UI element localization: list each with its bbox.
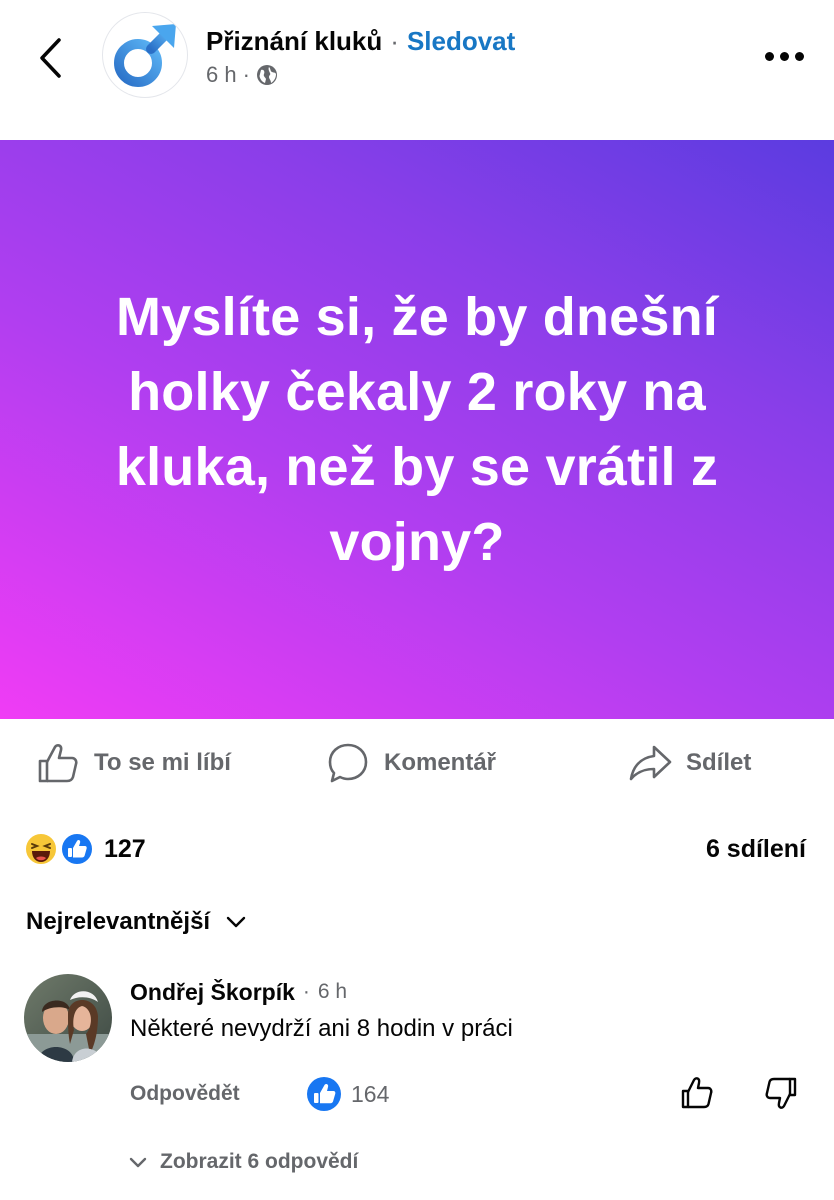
- back-button[interactable]: [30, 34, 70, 82]
- more-dot-icon: [779, 51, 789, 61]
- reaction-count[interactable]: 127: [104, 832, 146, 866]
- more-options-button[interactable]: [756, 38, 812, 74]
- comment-button[interactable]: Komentář: [326, 741, 496, 785]
- comment-time-separator: ·: [302, 980, 310, 1003]
- post-text: Myslíte si, že by dnešní holky čekaly 2 …: [115, 286, 719, 572]
- post-header: Přiznání kluků · Sledovat 6 h ·: [0, 0, 834, 140]
- view-replies-label: Zobrazit 6 odpovědí: [160, 1150, 359, 1173]
- comment-likes[interactable]: 164: [306, 1076, 389, 1112]
- post-meta: 6 h ·: [206, 60, 278, 90]
- post-text-card[interactable]: Myslíte si, že by dnešní holky čekaly 2 …: [0, 140, 834, 719]
- chevron-down-icon: [226, 915, 246, 929]
- chevron-down-icon: [129, 1157, 147, 1168]
- thumbs-down-outline-icon: [765, 1077, 797, 1109]
- separator-dot: ·: [390, 25, 399, 56]
- comment-label: Komentář: [384, 749, 497, 776]
- reaction-icons-graphic: [24, 832, 94, 866]
- male-symbol-icon: [114, 24, 176, 87]
- thumbs-up-outline-icon: [681, 1077, 713, 1109]
- follow-button[interactable]: Sledovat: [407, 26, 515, 57]
- upvote-button[interactable]: [676, 1072, 718, 1114]
- meta-separator: ·: [242, 62, 250, 87]
- chevron-left-icon: [40, 38, 61, 78]
- globe-icon: [256, 65, 277, 85]
- page-avatar[interactable]: [102, 12, 188, 98]
- comment-header: Ondřej Škorpík · 6 h: [130, 976, 347, 1008]
- commenter-avatar[interactable]: [24, 974, 112, 1062]
- post-time[interactable]: 6 h: [206, 62, 237, 88]
- downvote-button[interactable]: [760, 1072, 802, 1114]
- comment-item: Ondřej Škorpík · 6 h Některé nevydrží an…: [0, 968, 834, 1200]
- reactions-summary: 127 6 sdílení: [0, 822, 834, 876]
- post-actions-bar: To se mi líbí Komentář Sdílet: [0, 719, 834, 809]
- commenter-name[interactable]: Ondřej Škorpík: [130, 979, 295, 1006]
- more-dot-icon: [764, 51, 774, 61]
- share-label: Sdílet: [686, 749, 752, 776]
- comment-text: Některé nevydrží ani 8 hodin v práci: [130, 1015, 513, 1042]
- thumbs-up-icon: [38, 744, 78, 783]
- more-dot-icon: [794, 51, 804, 61]
- share-button[interactable]: Sdílet: [628, 741, 751, 785]
- view-replies-button[interactable]: Zobrazit 6 odpovědí: [128, 1144, 358, 1180]
- like-label: To se mi líbí: [94, 749, 231, 776]
- shares-count[interactable]: 6 sdílení: [706, 832, 806, 866]
- comment-like-count: 164: [351, 1080, 390, 1107]
- page-name-row: Přiznání kluků · Sledovat: [206, 24, 515, 58]
- like-icon: [60, 832, 94, 866]
- haha-icon: [24, 832, 58, 866]
- comment-time: 6 h: [317, 980, 348, 1003]
- sort-label: Nejrelevantnější: [26, 908, 211, 935]
- page-name[interactable]: Přiznání kluků: [206, 26, 382, 57]
- reaction-icons[interactable]: [24, 832, 98, 866]
- commenter-photo: [24, 974, 112, 1062]
- comment-sort-dropdown[interactable]: Nejrelevantnější: [26, 902, 246, 942]
- comment-bubble-icon: [328, 743, 368, 783]
- like-badge-icon: [307, 1077, 341, 1111]
- reply-button[interactable]: Odpovědět: [130, 1078, 240, 1110]
- share-arrow-icon: [629, 745, 672, 781]
- like-button[interactable]: To se mi líbí: [36, 741, 231, 785]
